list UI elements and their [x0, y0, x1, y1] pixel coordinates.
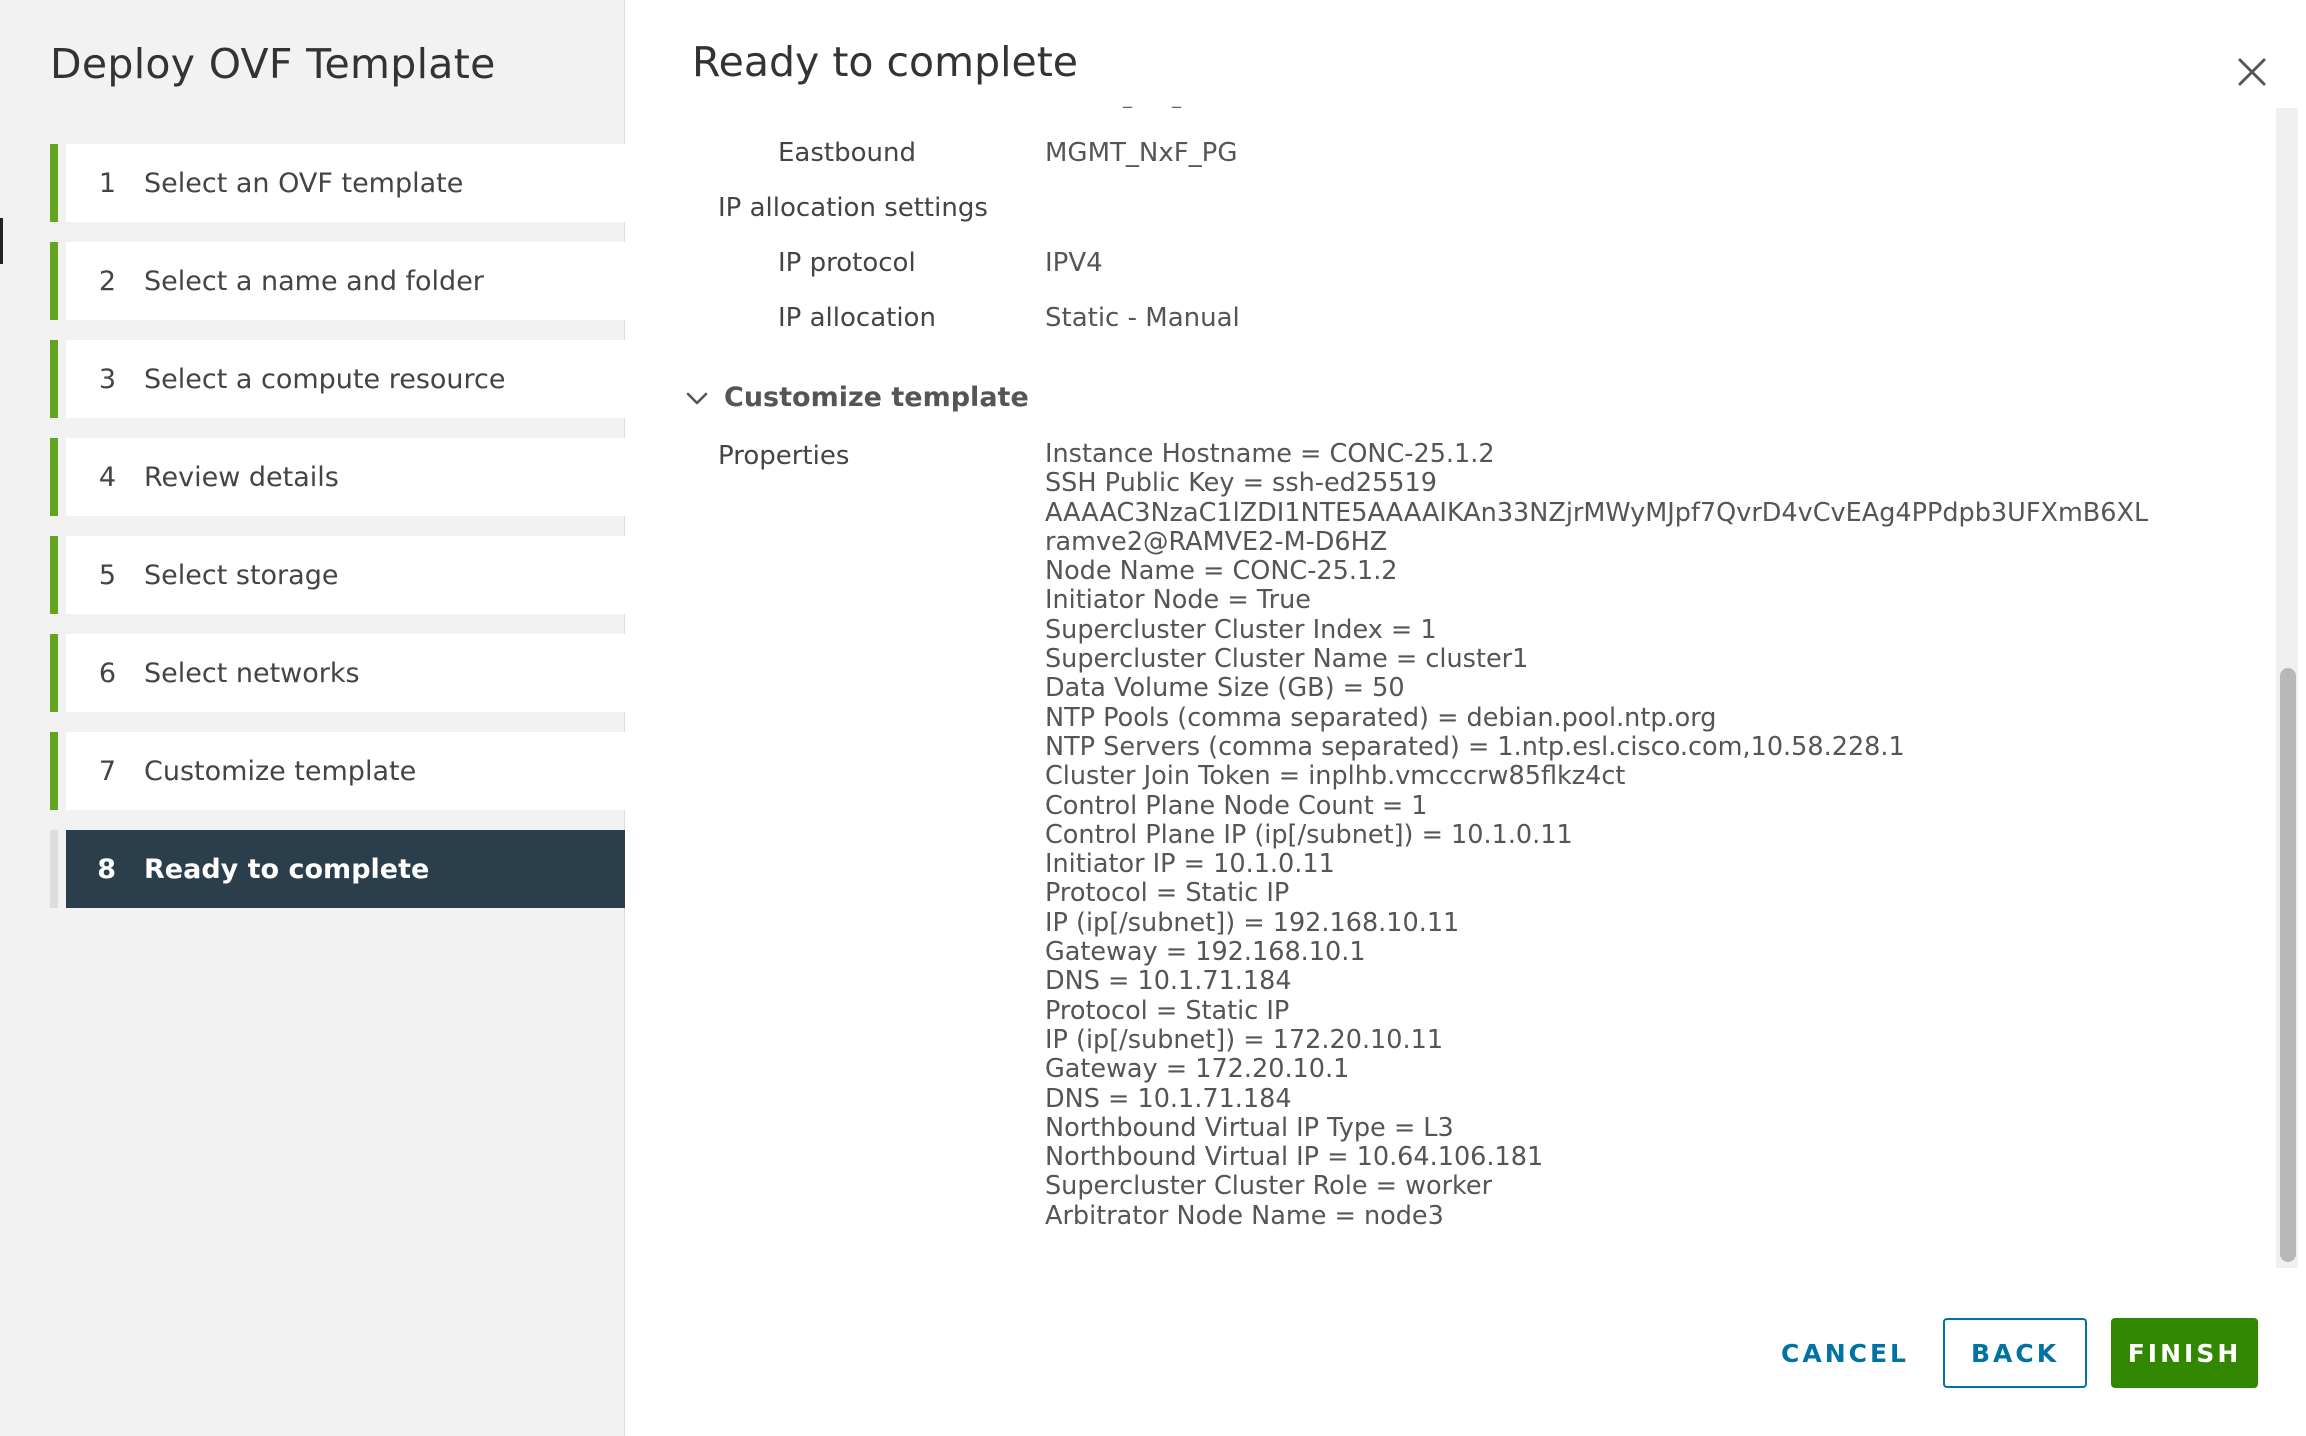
- wizard-step-box: 7 Customize template: [66, 732, 625, 810]
- property-line: Control Plane IP (ip[/subnet]) = 10.1.0.…: [1045, 819, 1573, 850]
- finish-button[interactable]: FINISH: [2111, 1318, 2258, 1388]
- wizard-step-4[interactable]: 4 Review details: [50, 438, 625, 516]
- property-line: Gateway = 172.20.10.1: [1045, 1054, 1350, 1085]
- step-number: 1: [98, 167, 116, 199]
- ip-protocol-value: IPV4: [1045, 248, 1103, 278]
- property-line: Protocol = Static IP: [1045, 995, 1290, 1026]
- property-line: Initiator Node = True: [1045, 585, 1311, 616]
- wizard-sidebar: Deploy OVF Template 1 Select an OVF temp…: [0, 0, 625, 1436]
- property-line: Supercluster Cluster Index = 1: [1045, 614, 1437, 645]
- step-number: 4: [98, 461, 116, 493]
- property-line: IP (ip[/subnet]) = 172.20.10.11: [1045, 1024, 1444, 1055]
- property-line: Northbound Virtual IP = 10.64.106.181: [1045, 1142, 1544, 1173]
- wizard-step-5[interactable]: 5 Select storage: [50, 536, 625, 614]
- property-line: Arbitrator Node Name = node3: [1045, 1200, 1444, 1231]
- property-line: Cluster Join Token = inplhb.vmcccrw85flk…: [1045, 761, 1626, 792]
- step-label: Select networks: [144, 657, 360, 689]
- chevron-down-icon: [686, 392, 708, 404]
- property-line: NTP Servers (comma separated) = 1.ntp.es…: [1045, 731, 1905, 762]
- property-line: Instance Hostname = CONC-25.1.2: [1045, 439, 1495, 469]
- wizard-step-6[interactable]: 6 Select networks: [50, 634, 625, 712]
- wizard-step-7[interactable]: 7 Customize template: [50, 732, 625, 810]
- wizard-step-2[interactable]: 2 Select a name and folder: [50, 242, 625, 320]
- step-number: 6: [98, 657, 116, 689]
- eastbound-value: MGMT_NxF_PG: [1045, 138, 1238, 168]
- step-number: 2: [98, 265, 116, 297]
- wizard-step-box: 2 Select a name and folder: [66, 242, 625, 320]
- property-line: DNS = 10.1.71.184: [1045, 966, 1292, 997]
- eastbound-label: Eastbound: [778, 138, 916, 168]
- properties-label: Properties: [718, 441, 850, 471]
- property-line: Supercluster Cluster Role = worker: [1045, 1171, 1493, 1202]
- property-line: Initiator IP = 10.1.0.11: [1045, 849, 1335, 880]
- wizard-step-3[interactable]: 3 Select a compute resource: [50, 340, 625, 418]
- properties-list: Instance Hostname = CONC-25.1.2 SSH Publ…: [1045, 439, 2149, 1231]
- property-line: NTP Pools (comma separated) = debian.poo…: [1045, 702, 1717, 733]
- step-number: 3: [98, 363, 116, 395]
- wizard-step-box: 4 Review details: [66, 438, 625, 516]
- property-line: AAAAC3NzaC1lZDI1NTE5AAAAIKAn33NZjrMWyMJp…: [1045, 497, 2149, 528]
- wizard-step-8[interactable]: 8 Ready to complete: [50, 830, 625, 908]
- property-line: Gateway = 192.168.10.1: [1045, 937, 1366, 968]
- property-line: Control Plane Node Count = 1: [1045, 790, 1428, 821]
- scrollbar-thumb[interactable]: [2280, 668, 2296, 1262]
- property-line: ramve2@RAMVE2-M-D6HZ: [1045, 526, 1388, 557]
- wizard-steps: 1 Select an OVF template 2 Select a name…: [50, 144, 625, 928]
- back-button[interactable]: BACK: [1943, 1318, 2087, 1388]
- customize-template-title: Customize template: [724, 382, 1029, 413]
- property-line: Protocol = Static IP: [1045, 878, 1290, 909]
- step-number: 5: [98, 559, 116, 591]
- property-line: Node Name = CONC-25.1.2: [1045, 556, 1398, 587]
- step-label: Select a compute resource: [144, 363, 506, 395]
- ip-allocation-label: IP allocation: [778, 303, 936, 333]
- step-label: Select storage: [144, 559, 339, 591]
- property-line: IP (ip[/subnet]) = 192.168.10.11: [1045, 907, 1460, 938]
- customize-template-toggle[interactable]: Customize template: [684, 382, 1029, 413]
- ip-allocation-settings-label: IP allocation settings: [718, 193, 988, 223]
- step-label: Select a name and folder: [144, 265, 484, 297]
- cancel-button[interactable]: CANCEL: [1770, 1318, 1920, 1388]
- step-number: 8: [97, 853, 116, 885]
- review-scroll-area[interactable]: Eastbound MGMT_NxF_PG IP allocation sett…: [660, 108, 2270, 1268]
- property-line: Northbound Virtual IP Type = L3: [1045, 1112, 1454, 1143]
- wizard-step-1[interactable]: 1 Select an OVF template: [50, 144, 625, 222]
- step-label: Review details: [144, 461, 339, 493]
- wizard-step-box: 5 Select storage: [66, 536, 625, 614]
- step-label: Select an OVF template: [144, 167, 464, 199]
- property-line: DNS = 10.1.71.184: [1045, 1083, 1292, 1114]
- wizard-step-box: 3 Select a compute resource: [66, 340, 625, 418]
- ip-protocol-label: IP protocol: [778, 248, 916, 278]
- step-label: Ready to complete: [144, 853, 430, 885]
- close-button[interactable]: [2232, 52, 2272, 92]
- property-line: Supercluster Cluster Name = cluster1: [1045, 644, 1529, 675]
- wizard-step-box: 1 Select an OVF template: [66, 144, 625, 222]
- step-number: 7: [98, 755, 116, 787]
- wizard-step-box: 6 Select networks: [66, 634, 625, 712]
- wizard-step-box: 8 Ready to complete: [66, 830, 625, 908]
- window-edge: [0, 218, 3, 264]
- step-label: Customize template: [144, 755, 417, 787]
- property-line: SSH Public Key = ssh-ed25519: [1045, 468, 1437, 499]
- property-line: Data Volume Size (GB) = 50: [1045, 673, 1405, 704]
- ip-allocation-value: Static - Manual: [1045, 303, 1240, 333]
- page-title: Ready to complete: [692, 38, 1079, 86]
- wizard-title: Deploy OVF Template: [50, 40, 496, 88]
- close-icon: [2238, 58, 2266, 86]
